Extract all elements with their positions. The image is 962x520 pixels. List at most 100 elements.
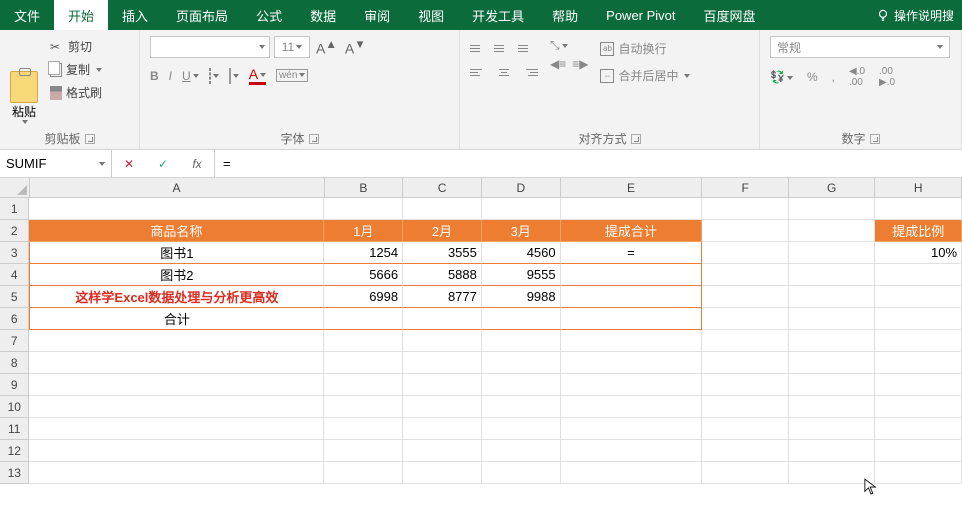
cell[interactable]: 1254 [324,242,403,264]
menu-data[interactable]: 数据 [296,0,350,30]
increase-indent-button[interactable]: ≡▶ [572,57,588,71]
cell[interactable] [482,396,561,418]
merge-center-button[interactable]: ⇔合并后居中 [598,65,692,86]
cell[interactable] [482,352,561,374]
cell[interactable] [324,352,403,374]
cell[interactable] [702,396,789,418]
cell[interactable] [789,198,876,220]
cell[interactable] [403,330,482,352]
cell[interactable] [789,242,876,264]
row-header[interactable]: 13 [0,462,29,484]
cell[interactable] [789,330,876,352]
cell[interactable] [702,352,789,374]
menu-page-layout[interactable]: 页面布局 [162,0,242,30]
menu-baidu[interactable]: 百度网盘 [690,0,770,30]
menu-review[interactable]: 审阅 [350,0,404,30]
cell[interactable] [702,308,789,330]
header-cell[interactable]: 提成合计 [561,220,703,242]
cell[interactable]: 9988 [482,286,561,308]
row-header[interactable]: 10 [0,396,29,418]
header-cell[interactable]: 1月 [324,220,403,242]
borders-button[interactable] [209,69,219,83]
cell[interactable] [789,462,876,484]
cell[interactable] [789,220,876,242]
increase-font-button[interactable]: A▲ [314,38,339,57]
select-all-corner[interactable] [0,178,30,198]
row-header[interactable]: 7 [0,330,29,352]
paste-button[interactable]: 粘贴 [6,34,42,128]
cell[interactable] [324,308,403,330]
formula-cancel-button[interactable]: ✕ [112,157,146,171]
cell[interactable] [482,198,561,220]
menu-view[interactable]: 视图 [404,0,458,30]
dialog-launcher-icon[interactable] [631,134,641,144]
cell[interactable]: 合计 [29,308,324,330]
cell[interactable] [324,198,403,220]
cell[interactable] [324,330,403,352]
cell[interactable] [29,374,324,396]
row-header[interactable]: 5 [0,286,29,308]
font-size-combo[interactable]: 11 [274,36,310,58]
cell[interactable] [561,396,703,418]
cell[interactable] [324,396,403,418]
cell[interactable] [561,418,703,440]
cell[interactable]: 图书2 [29,264,324,286]
currency-button[interactable]: 💱 [770,70,793,84]
cell[interactable] [789,264,876,286]
comma-button[interactable]: , [832,70,835,84]
cell[interactable] [875,198,962,220]
decrease-decimal-button[interactable]: .00▶.0 [879,66,895,88]
cell[interactable]: 4560 [482,242,561,264]
cell[interactable] [403,418,482,440]
cell[interactable] [875,286,962,308]
cell[interactable] [482,308,561,330]
menu-help[interactable]: 帮助 [538,0,592,30]
cell[interactable]: 3555 [403,242,482,264]
cell[interactable] [789,286,876,308]
align-right-button[interactable] [518,62,538,82]
row-header[interactable]: 4 [0,264,29,286]
cell[interactable] [482,374,561,396]
col-header-D[interactable]: D [482,178,561,198]
cell[interactable] [702,198,789,220]
cell[interactable] [29,418,324,440]
percent-button[interactable]: % [807,70,818,84]
cell[interactable] [875,396,962,418]
cell[interactable] [482,440,561,462]
dialog-launcher-icon[interactable] [870,134,880,144]
cell[interactable] [29,352,324,374]
row-header[interactable]: 6 [0,308,29,330]
formula-input[interactable]: = [215,150,962,177]
cell[interactable] [702,462,789,484]
cell[interactable] [875,352,962,374]
align-top-button[interactable] [470,38,490,58]
cell[interactable] [789,374,876,396]
cell[interactable] [789,440,876,462]
cell[interactable] [702,418,789,440]
cell[interactable]: 这样学Excel数据处理与分析更高效 [29,286,324,308]
name-box[interactable]: SUMIF [0,150,112,177]
orientation-button[interactable]: ⤡ [550,38,568,53]
cell[interactable]: 8777 [403,286,482,308]
cell[interactable] [561,330,703,352]
header-cell[interactable]: 商品名称 [29,220,324,242]
cell[interactable] [875,330,962,352]
decrease-font-button[interactable]: A▼ [343,38,368,57]
row-header[interactable]: 9 [0,374,29,396]
row-header[interactable]: 11 [0,418,29,440]
cell[interactable]: 10% [875,242,962,264]
align-bottom-button[interactable] [518,38,538,58]
cell[interactable] [29,198,324,220]
align-left-button[interactable] [470,62,490,82]
dialog-launcher-icon[interactable] [309,134,319,144]
header-cell[interactable]: 提成比例 [875,220,962,242]
col-header-B[interactable]: B [325,178,404,198]
header-cell[interactable]: 2月 [403,220,482,242]
cell[interactable]: 9555 [482,264,561,286]
cell[interactable] [561,440,703,462]
row-header[interactable]: 8 [0,352,29,374]
cell[interactable] [561,374,703,396]
cell[interactable] [789,352,876,374]
wrap-text-button[interactable]: ab自动换行 [598,38,692,59]
cell[interactable] [875,418,962,440]
